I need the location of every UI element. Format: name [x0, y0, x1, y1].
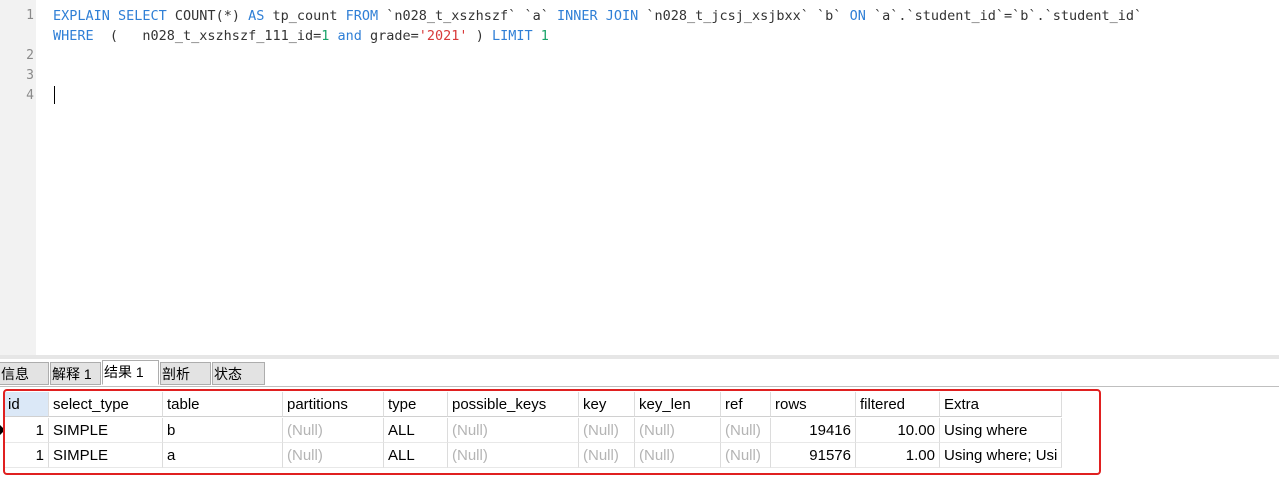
cell-rows[interactable]: 19416 [771, 418, 856, 443]
keyword: and [337, 28, 362, 44]
keyword: WHERE [53, 28, 94, 44]
line-number: 2 [26, 48, 34, 63]
cell-table[interactable]: b [163, 418, 283, 443]
line-number: 4 [26, 88, 34, 103]
column-header-id[interactable]: id [4, 392, 49, 417]
cell-extra[interactable]: Using where [940, 418, 1062, 443]
cell-type[interactable]: ALL [384, 443, 448, 468]
cell-table[interactable]: a [163, 443, 283, 468]
cell-extra[interactable]: Using where; Usi [940, 443, 1062, 468]
cell-possible-keys[interactable]: (Null) [448, 418, 579, 443]
code-line-1: EXPLAIN SELECT COUNT(*) AS tp_count FROM… [53, 6, 1142, 26]
cell-partitions[interactable]: (Null) [283, 418, 384, 443]
cell-key-len[interactable]: (Null) [635, 418, 721, 443]
keyword: LIMIT [491, 28, 533, 44]
code-text: `n028_t_jcsj_xsjbxx` `b` [638, 8, 850, 24]
code-text: `n028_t_xszhszf` `a` [378, 8, 557, 24]
tab-profile[interactable]: 剖析 [160, 362, 211, 385]
tab-explain[interactable]: 解释 1 [50, 362, 101, 385]
tab-status[interactable]: 状态 [212, 362, 265, 385]
cell-type[interactable]: ALL [384, 418, 448, 443]
keyword: ON [849, 8, 866, 24]
cell-possible-keys[interactable]: (Null) [448, 443, 579, 468]
cell-id[interactable]: 1 [4, 418, 49, 443]
column-header-table[interactable]: table [163, 392, 283, 417]
code-line-1-wrap: WHERE ( n028_t_xszhszf_111_id= 1 and grad… [53, 26, 549, 46]
column-header-filtered[interactable]: filtered [856, 392, 940, 417]
keyword: EXPLAIN SELECT [53, 8, 167, 24]
cell-ref[interactable]: (Null) [721, 443, 771, 468]
cell-ref[interactable]: (Null) [721, 418, 771, 443]
keyword: FROM [345, 8, 379, 24]
cell-id[interactable]: 1 [4, 443, 49, 468]
column-header-select-type[interactable]: select_type [49, 392, 163, 417]
code-text: tp_count [264, 8, 346, 24]
line-number: 3 [26, 68, 34, 83]
string-literal: '2021' [418, 28, 468, 44]
tab-info[interactable]: 信息 [0, 362, 49, 385]
result-tab-bar: 信息 解释 1 结果 1 剖析 状态 [0, 359, 1279, 387]
keyword: INNER JOIN [556, 8, 639, 24]
sql-editor[interactable]: 1 2 3 4 EXPLAIN SELECT COUNT(*) AS tp_co… [0, 0, 1279, 355]
code-text: `a`.`student_id`=`b`.`student_id` [865, 8, 1143, 24]
keyword: AS [248, 8, 265, 24]
cell-key[interactable]: (Null) [579, 443, 635, 468]
code-text: COUNT(*) [166, 8, 249, 24]
cell-key[interactable]: (Null) [579, 418, 635, 443]
cell-select-type[interactable]: SIMPLE [49, 418, 163, 443]
code-text: ( n028_t_xszhszf_111_id= [93, 28, 322, 44]
column-header-partitions[interactable]: partitions [283, 392, 384, 417]
cell-rows[interactable]: 91576 [771, 443, 856, 468]
column-header-key-len[interactable]: key_len [635, 392, 721, 417]
cell-filtered[interactable]: 10.00 [856, 418, 940, 443]
cell-key-len[interactable]: (Null) [635, 443, 721, 468]
column-header-key[interactable]: key [579, 392, 635, 417]
column-header-ref[interactable]: ref [721, 392, 771, 417]
code-text: grade= [361, 28, 419, 44]
column-header-possible-keys[interactable]: possible_keys [448, 392, 579, 417]
column-header-extra[interactable]: Extra [940, 392, 1062, 417]
column-header-type[interactable]: type [384, 392, 448, 417]
code-text: ) [467, 28, 492, 44]
tab-result[interactable]: 结果 1 [102, 360, 159, 385]
cell-filtered[interactable]: 1.00 [856, 443, 940, 468]
column-header-rows[interactable]: rows [771, 392, 856, 417]
line-number: 1 [26, 8, 34, 23]
number-literal: 1 [540, 28, 549, 44]
cell-partitions[interactable]: (Null) [283, 443, 384, 468]
line-number-gutter: 1 2 3 4 [0, 0, 36, 355]
cell-select-type[interactable]: SIMPLE [49, 443, 163, 468]
text-cursor [54, 86, 55, 104]
